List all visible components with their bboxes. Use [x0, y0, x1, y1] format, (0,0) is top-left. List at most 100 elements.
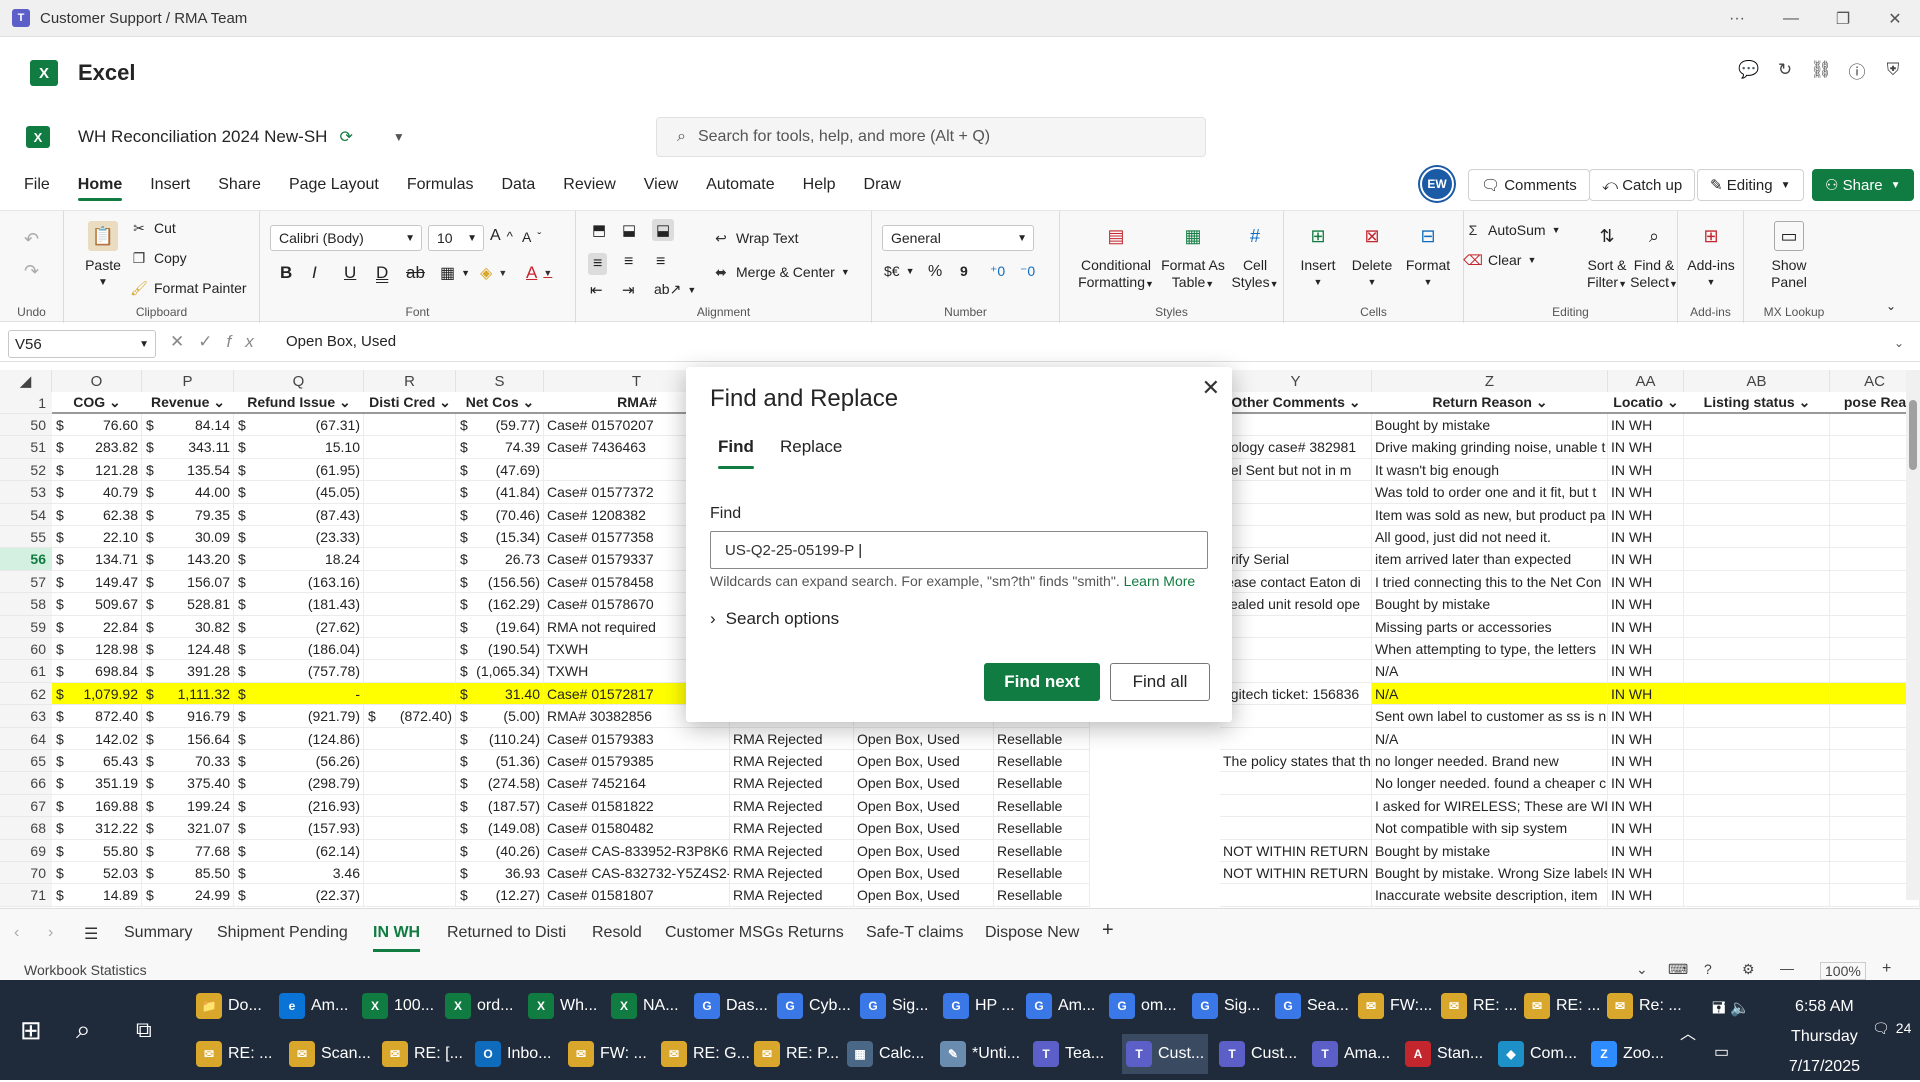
filter-dropdown-icon[interactable]: ⌄ — [339, 394, 351, 411]
cell-z[interactable]: N/A — [1372, 682, 1608, 706]
tab-in-wh[interactable]: IN WH — [373, 924, 421, 952]
cell-ab[interactable] — [1684, 794, 1830, 818]
taskbar-app[interactable]: G Das... — [690, 986, 772, 1026]
next-sheet-icon[interactable]: › — [48, 924, 53, 942]
more-options-icon[interactable]: ··· — [1714, 0, 1760, 37]
taskbar-app[interactable]: 📁 Do... — [192, 986, 266, 1026]
cell-o[interactable]: $509.67 — [52, 593, 142, 616]
cell-o[interactable]: $698.84 — [52, 660, 142, 683]
cell-aa[interactable]: IN WH — [1608, 727, 1684, 750]
cell-z[interactable]: Bought by mistake. Wrong Size labels — [1372, 862, 1608, 885]
cell-y[interactable] — [1220, 772, 1372, 795]
desktop-icon[interactable]: ▭ — [1710, 1032, 1733, 1072]
cell-ab[interactable] — [1684, 593, 1830, 616]
cell-s[interactable]: $ (156.56) — [456, 570, 544, 594]
prev-sheet-icon[interactable]: ‹ — [14, 924, 19, 942]
cell-ab[interactable] — [1684, 503, 1830, 526]
settings-icon[interactable]: ⚙ — [1742, 961, 1755, 978]
cell-v[interactable]: Open Box, Used — [854, 884, 994, 907]
cell-r[interactable] — [364, 526, 456, 549]
cell-y[interactable]: ogitech ticket: 156836 — [1220, 682, 1372, 706]
add-sheet-icon[interactable]: + — [1102, 919, 1114, 942]
cell-z[interactable]: Missing parts or accessories — [1372, 615, 1608, 638]
cell-y[interactable] — [1220, 638, 1372, 661]
expand-formula-icon[interactable]: ⌄ — [1894, 336, 1904, 350]
align-middle-icon[interactable]: ⬓ — [622, 221, 636, 239]
cell-p[interactable]: $156.07 — [142, 570, 234, 594]
tab-shipment-pending[interactable]: Shipment Pending — [217, 924, 348, 942]
tab-replace[interactable]: Replace — [780, 437, 842, 457]
cell-q[interactable]: $ (216.93) — [234, 794, 364, 818]
cell-s[interactable]: $ (59.77) — [456, 414, 544, 437]
find-all-button[interactable]: Find all — [1110, 663, 1210, 701]
menu-draw[interactable]: Draw — [850, 165, 915, 205]
cell-aa[interactable]: IN WH — [1608, 862, 1684, 885]
column-header-s[interactable]: S — [456, 370, 544, 392]
help-icon[interactable]: ? — [1704, 961, 1712, 977]
taskbar-app[interactable]: T Cust... — [1122, 1034, 1209, 1074]
cell-s[interactable]: $ (149.08) — [456, 817, 544, 840]
cell-s[interactable]: $ (12.27) — [456, 884, 544, 907]
cell-q[interactable]: $ (23.33) — [234, 526, 364, 549]
comma-style-button[interactable]: 9 — [960, 263, 968, 279]
cell-aa[interactable]: IN WH — [1608, 548, 1684, 571]
collapse-ribbon-icon[interactable]: ⌄ — [1886, 299, 1896, 313]
cell-w[interactable]: Resellable — [994, 772, 1090, 795]
cell-t[interactable]: Case# 01579383 — [544, 727, 730, 750]
cell-t[interactable]: Case# 01580482 — [544, 817, 730, 840]
menu-view[interactable]: View — [630, 165, 692, 205]
taskbar-app[interactable]: G Sig... — [856, 986, 932, 1026]
cell-ab[interactable] — [1684, 682, 1830, 706]
cell-z[interactable]: item arrived later than expected — [1372, 548, 1608, 571]
filter-dropdown-icon[interactable]: ⌄ — [523, 394, 535, 411]
cell-v[interactable]: Open Box, Used — [854, 817, 994, 840]
cell-o[interactable]: $1,079.92 — [52, 682, 142, 706]
decrease-font-icon[interactable]: Aˇ — [522, 229, 541, 245]
borders-icon[interactable]: ▦ ▼ — [440, 263, 470, 283]
cell-z[interactable]: no longer needed. Brand new — [1372, 750, 1608, 773]
cell-y[interactable] — [1220, 817, 1372, 840]
formula-value[interactable]: Open Box, Used — [286, 333, 396, 350]
cell-z[interactable]: I tried connecting this to the Net Con — [1372, 570, 1608, 594]
tab-customer-msgs[interactable]: Customer MSGs Returns — [665, 924, 844, 942]
cell-s[interactable]: $26.73 — [456, 548, 544, 571]
cell-q[interactable]: $ (181.43) — [234, 593, 364, 616]
cell-u[interactable]: RMA Rejected — [730, 727, 854, 750]
row-header[interactable]: 50 — [0, 414, 52, 437]
cell-r[interactable] — [364, 481, 456, 504]
cell-o[interactable]: $169.88 — [52, 794, 142, 818]
cell-z[interactable]: Bought by mistake — [1372, 414, 1608, 437]
cell-p[interactable]: $1,111.32 — [142, 682, 234, 706]
cell-ab[interactable] — [1684, 458, 1830, 482]
currency-button[interactable]: $€ ▼ — [884, 263, 915, 279]
font-size-dropdown[interactable]: 10 ▼ — [428, 225, 484, 251]
find-next-button[interactable]: Find next — [984, 663, 1100, 701]
tab-resold[interactable]: Resold — [592, 924, 642, 942]
cell-z[interactable]: Item was sold as new, but product pa — [1372, 503, 1608, 526]
cell-p[interactable]: $528.81 — [142, 593, 234, 616]
format-as-table-button[interactable]: ▦ Format As Table▼ — [1158, 221, 1228, 293]
menu-data[interactable]: Data — [488, 165, 550, 205]
cell-q[interactable]: $ (62.14) — [234, 839, 364, 862]
taskbar-app[interactable]: ◆ Com... — [1494, 1034, 1581, 1074]
cell-p[interactable]: $156.64 — [142, 727, 234, 750]
cell-u[interactable]: RMA Rejected — [730, 794, 854, 818]
cell-u[interactable]: RMA Rejected — [730, 884, 854, 907]
align-bottom-icon[interactable]: ⬓ — [652, 219, 675, 241]
filter-dropdown-icon[interactable]: ⌄ — [213, 394, 225, 411]
header-listing[interactable]: Listing status ⌄ — [1684, 392, 1830, 414]
menu-automate[interactable]: Automate — [692, 165, 788, 205]
cell-p[interactable]: $84.14 — [142, 414, 234, 437]
row-header[interactable]: 52 — [0, 458, 52, 482]
taskbar-app[interactable]: Z Zoo... — [1587, 1034, 1668, 1074]
cell-o[interactable]: $22.10 — [52, 526, 142, 549]
row-header[interactable]: 56 — [0, 548, 52, 571]
cell-p[interactable]: $77.68 — [142, 839, 234, 862]
cell-y[interactable]: erify Serial — [1220, 548, 1372, 571]
taskbar-app[interactable]: ✉ FW: ... — [564, 1034, 651, 1074]
cell-z[interactable]: Was told to order one and it fit, but t — [1372, 481, 1608, 504]
cell-ab[interactable] — [1684, 526, 1830, 549]
cell-y[interactable] — [1220, 727, 1372, 750]
increase-indent-icon[interactable]: ⇥ — [622, 281, 635, 299]
row-header[interactable]: 61 — [0, 660, 52, 683]
